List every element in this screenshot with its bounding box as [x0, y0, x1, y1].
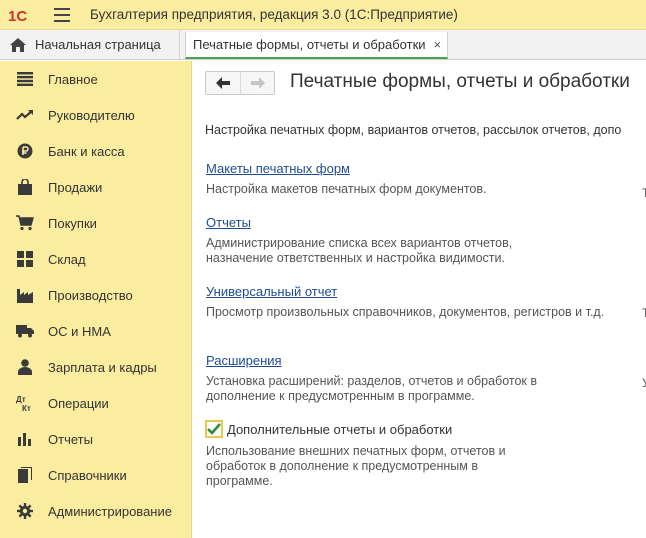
- sidebar-item-warehouse[interactable]: Склад: [0, 241, 191, 277]
- sidebar-item-label: Банк и касса: [48, 143, 125, 159]
- sidebar-item-label: Зарплата и кадры: [48, 359, 157, 375]
- sidebar-item-label: Справочники: [48, 467, 127, 483]
- tab-bar: Начальная страница Печатные формы, отчет…: [0, 30, 646, 60]
- section-reports: Отчеты Администрирование списка всех вар…: [206, 215, 512, 266]
- cart-icon: [16, 214, 34, 232]
- section-note: Установка расширений: разделов, отчетов …: [206, 374, 537, 403]
- sidebar-item-label: Операции: [48, 395, 109, 411]
- title-bar: 1С Бухгалтерия предприятия, редакция 3.0…: [0, 0, 646, 30]
- sidebar-item-label: Администрирование: [48, 503, 172, 519]
- sidebar-item-label: Руководителю: [48, 107, 135, 123]
- additional-reports-option: Дополнительные отчеты и обработки: [205, 420, 452, 438]
- sidebar-item-main[interactable]: Главное: [0, 61, 191, 97]
- truck-icon: [16, 322, 34, 340]
- bar-chart-icon: [16, 430, 34, 448]
- svg-text:Кт: Кт: [22, 404, 31, 412]
- sidebar-item-operations[interactable]: Дт Кт Операции: [0, 385, 191, 421]
- sidebar: Главное Руководителю Банк и касса Продаж…: [0, 61, 192, 538]
- sidebar-item-reports[interactable]: Отчеты: [0, 421, 191, 457]
- dt-kt-icon: Дт Кт: [16, 394, 34, 412]
- clipped-text: Т: [642, 306, 646, 320]
- arrow-left-icon: [216, 77, 230, 89]
- main-menu-icon[interactable]: [54, 7, 70, 22]
- menu-lines-icon: [16, 70, 34, 88]
- ruble-coin-icon: [16, 142, 34, 160]
- clipped-text: У: [642, 376, 646, 390]
- checkmark-icon: [207, 423, 221, 435]
- main-content: Печатные формы, отчеты и обработки Настр…: [193, 61, 646, 538]
- svg-text:1С: 1С: [8, 8, 27, 24]
- close-icon[interactable]: ×: [434, 37, 442, 52]
- gear-icon: [16, 502, 34, 520]
- sidebar-item-production[interactable]: Производство: [0, 277, 191, 313]
- section-note: Настройка макетов печатных форм документ…: [206, 182, 487, 196]
- tab-home-label: Начальная страница: [35, 37, 161, 52]
- page-description: Настройка печатных форм, вариантов отчет…: [205, 123, 622, 137]
- sidebar-item-label: Отчеты: [48, 431, 93, 447]
- 1c-logo[interactable]: 1С: [8, 6, 38, 24]
- sidebar-item-label: Главное: [48, 71, 98, 87]
- warehouse-grid-icon: [16, 250, 34, 268]
- section-universal-report: Универсальный отчет Просмотр произвольны…: [206, 284, 604, 320]
- app-title: Бухгалтерия предприятия, редакция 3.0 (1…: [90, 7, 458, 22]
- tab-print-forms-label: Печатные формы, отчеты и обработки: [193, 37, 426, 52]
- sidebar-item-salary[interactable]: Зарплата и кадры: [0, 349, 191, 385]
- trend-icon: [16, 106, 34, 124]
- link-universal-report[interactable]: Универсальный отчет: [206, 284, 604, 299]
- tab-home[interactable]: Начальная страница: [0, 30, 180, 59]
- sidebar-item-sales[interactable]: Продажи: [0, 169, 191, 205]
- page-title: Печатные формы, отчеты и обработки: [290, 71, 630, 92]
- link-print-templates[interactable]: Макеты печатных форм: [206, 161, 487, 176]
- books-icon: [16, 466, 34, 484]
- sidebar-item-label: Производство: [48, 287, 133, 303]
- sidebar-item-label: Покупки: [48, 215, 97, 231]
- history-navigation: [205, 71, 275, 95]
- sidebar-item-manager[interactable]: Руководителю: [0, 97, 191, 133]
- checkbox-label: Дополнительные отчеты и обработки: [227, 421, 453, 437]
- person-icon: [16, 358, 34, 376]
- home-icon: [10, 37, 26, 52]
- sidebar-item-label: Склад: [48, 251, 86, 267]
- sidebar-item-fixed-assets[interactable]: ОС и НМА: [0, 313, 191, 349]
- sidebar-item-label: ОС и НМА: [48, 323, 111, 339]
- section-print-templates: Макеты печатных форм Настройка макетов п…: [206, 161, 487, 197]
- shopping-bag-icon: [16, 178, 34, 196]
- link-extensions[interactable]: Расширения: [206, 353, 537, 368]
- sidebar-item-administration[interactable]: Администрирование: [0, 493, 191, 529]
- section-extensions: Расширения Установка расширений: раздело…: [206, 353, 537, 404]
- sidebar-item-purchases[interactable]: Покупки: [0, 205, 191, 241]
- sidebar-item-bank[interactable]: Банк и касса: [0, 133, 191, 169]
- arrow-right-icon: [250, 77, 265, 89]
- back-button[interactable]: [206, 72, 240, 94]
- section-note: Администрирование списка всех вариантов …: [206, 236, 513, 265]
- sidebar-item-catalogs[interactable]: Справочники: [0, 457, 191, 493]
- forward-button[interactable]: [240, 72, 274, 94]
- factory-icon: [16, 286, 34, 304]
- checkbox-note: Использование внешних печатных форм, отч…: [206, 444, 506, 488]
- tab-print-forms[interactable]: Печатные формы, отчеты и обработки ×: [185, 32, 449, 59]
- svg-text:Дт: Дт: [16, 395, 26, 404]
- clipped-text: Т: [642, 186, 646, 200]
- additional-reports-checkbox[interactable]: [205, 420, 223, 438]
- section-note: Просмотр произвольных справочников, доку…: [206, 305, 605, 319]
- link-reports[interactable]: Отчеты: [206, 215, 512, 230]
- sidebar-item-label: Продажи: [48, 179, 103, 195]
